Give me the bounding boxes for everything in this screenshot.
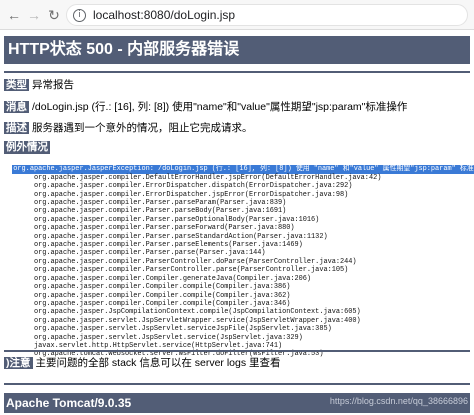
url-text[interactable]: localhost:8080/doLogin.jsp — [93, 8, 235, 22]
forward-arrow-icon[interactable]: → — [26, 7, 42, 23]
stack-trace-line: org.apache.jasper.compiler.Parser.parseE… — [34, 241, 303, 250]
stack-trace-line: org.apache.jasper.compiler.Parser.parseO… — [34, 215, 320, 224]
divider — [4, 383, 470, 385]
divider — [4, 350, 470, 352]
stack-trace-line: org.apache.jasper.compiler.Compiler.comp… — [34, 291, 291, 300]
stack-trace: org.apache.jasper.JasperException: /doLo… — [4, 157, 474, 359]
divider — [4, 71, 470, 73]
stack-trace-line: org.apache.jasper.JspCompilationContext.… — [34, 308, 361, 317]
description-label: 描述 — [4, 122, 29, 134]
exception-heading: 例外情况 — [4, 141, 50, 154]
description-value: 服务器遇到一个意外的情况，阻止它完成请求。 — [32, 122, 253, 134]
message-label: 消息 — [4, 101, 29, 113]
page-title: HTTP状态 500 - 内部服务器错误 — [4, 36, 470, 64]
info-icon[interactable]: i — [73, 9, 86, 22]
stack-trace-line: org.apache.jasper.compiler.ErrorDispatch… — [34, 182, 353, 191]
stack-trace-line: org.apache.jasper.compiler.Compiler.comp… — [34, 283, 291, 292]
note-row: )注意 主要问题的全部 stack 信息可以在 server logs 里查看 — [4, 356, 281, 370]
type-row: 类型 异常报告 — [4, 78, 74, 92]
stack-trace-line: org.apache.jasper.servlet.JspServlet.ser… — [34, 325, 332, 334]
stack-trace-line: org.apache.jasper.compiler.Parser.parseS… — [34, 232, 328, 241]
stack-trace-line: org.apache.jasper.compiler.ParserControl… — [34, 257, 357, 266]
message-value: /doLogin.jsp (行.: [16], 列: [8]) 使用"name"… — [32, 101, 408, 113]
message-row: 消息/doLogin.jsp (行.: [16], 列: [8]) 使用"nam… — [4, 100, 407, 114]
stack-trace-line: org.apache.jasper.compiler.Compiler.gene… — [34, 274, 312, 283]
stack-trace-line: org.apache.jasper.compiler.ErrorDispatch… — [34, 190, 349, 199]
stack-trace-line: org.apache.jasper.compiler.Parser.parse(… — [34, 249, 266, 258]
stack-trace-line: org.apache.jasper.compiler.DefaultErrorH… — [34, 173, 382, 182]
address-bar[interactable]: i localhost:8080/doLogin.jsp — [66, 4, 468, 26]
type-value: 异常报告 — [32, 79, 74, 91]
back-arrow-icon[interactable]: ← — [6, 7, 22, 23]
browser-toolbar: ← → ↻ i localhost:8080/doLogin.jsp — [0, 0, 474, 30]
stack-trace-line: org.apache.jasper.compiler.Parser.parseF… — [34, 224, 295, 233]
stack-trace-line: org.apache.jasper.compiler.Parser.parseB… — [34, 207, 287, 216]
stack-trace-line: org.apache.jasper.compiler.Compiler.comp… — [34, 299, 291, 308]
description-row: 描述 服务器遇到一个意外的情况，阻止它完成请求。 — [4, 121, 253, 135]
exception-message: org.apache.jasper.JasperException: /doLo… — [12, 165, 474, 174]
type-label: 类型 — [4, 79, 29, 91]
reload-icon[interactable]: ↻ — [46, 7, 62, 23]
note-value: 主要问题的全部 stack 信息可以在 server logs 里查看 — [35, 357, 281, 369]
stack-trace-line: org.apache.jasper.compiler.ParserControl… — [34, 266, 349, 275]
stack-trace-line: org.apache.jasper.servlet.JspServletWrap… — [34, 316, 361, 325]
watermark: https://blog.csdn.net/qq_38666896 — [329, 396, 468, 406]
note-label: )注意 — [4, 357, 33, 369]
stack-trace-line: org.apache.jasper.compiler.Parser.parseP… — [34, 199, 287, 208]
stack-trace-line: org.apache.jasper.servlet.JspServlet.ser… — [34, 333, 303, 342]
